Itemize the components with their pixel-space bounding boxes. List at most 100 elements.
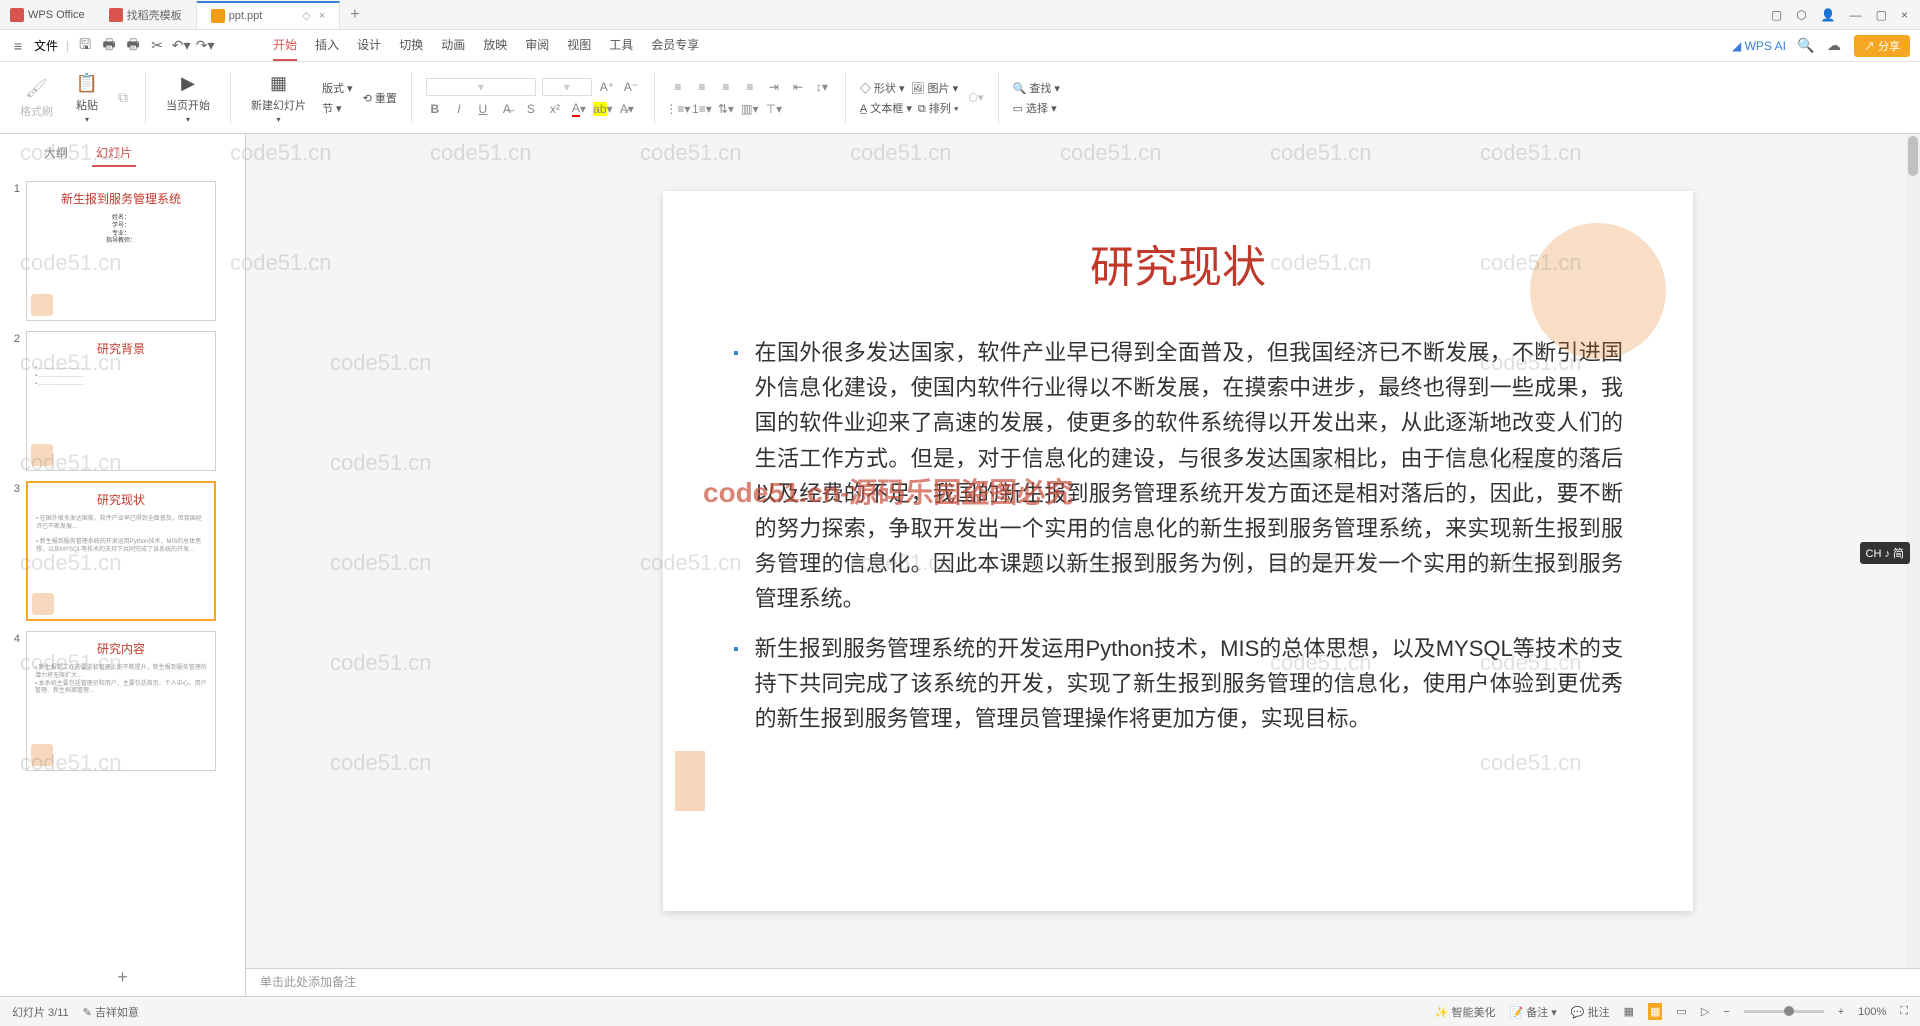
search-icon[interactable]: 🔍 <box>1798 38 1814 54</box>
print-icon[interactable]: 🖶 <box>101 38 117 54</box>
share-button[interactable]: ↗ 分享 <box>1854 35 1910 57</box>
redo-icon[interactable]: ↷▾ <box>197 38 213 54</box>
tab-ppt-file[interactable]: ppt.ppt ◇ × <box>197 1 341 29</box>
format-brush-button[interactable]: 🖌 格式刷 <box>14 73 59 123</box>
find-button[interactable]: 🔍 查找 ▾ <box>1013 80 1060 96</box>
shadow-icon[interactable]: S <box>522 100 540 118</box>
tab-slideshow[interactable]: 放映 <box>483 30 507 61</box>
add-slide-button[interactable]: + <box>0 959 245 996</box>
shape-button[interactable]: ◇ 形状 ▾ <box>860 80 905 96</box>
line-spacing-icon[interactable]: ↕▾ <box>813 78 831 96</box>
slides-tab[interactable]: 幻灯片 <box>92 140 136 167</box>
align-top-icon[interactable]: ⊤▾ <box>765 100 783 118</box>
align-right-icon[interactable]: ≡ <box>717 78 735 96</box>
superscript-icon[interactable]: x² <box>546 100 564 118</box>
paste-button[interactable]: 📋 粘贴▾ <box>69 67 105 128</box>
tab-transition[interactable]: 切换 <box>399 30 423 61</box>
comments-button[interactable]: 💬 批注 <box>1571 1004 1610 1020</box>
align-center-icon[interactable]: ≡ <box>693 78 711 96</box>
reading-view-icon[interactable]: ▭ <box>1676 1005 1686 1018</box>
avatar-icon[interactable]: 👤 <box>1821 8 1836 22</box>
maximize-icon[interactable]: ▢ <box>1876 8 1887 22</box>
cloud-icon[interactable]: ☁ <box>1826 38 1842 54</box>
align-left-icon[interactable]: ≡ <box>669 78 687 96</box>
number-list-icon[interactable]: 1≡▾ <box>693 100 711 118</box>
textbox-button[interactable]: A̲ 文本框 ▾ <box>860 100 912 116</box>
thumb-row[interactable]: 4 研究内容 ▪ 新生报到工作的要求和管理上的不断提升，新生报到服务管理的潜力将… <box>6 631 239 771</box>
file-menu[interactable]: 文件 <box>34 37 58 54</box>
thumb-row[interactable]: 2 研究背景 ▪ ...........................▪ ..… <box>6 331 239 471</box>
text-direction-icon[interactable]: ⇅▾ <box>717 100 735 118</box>
tab-member[interactable]: 会员专享 <box>651 30 699 61</box>
normal-view-icon[interactable]: ▦ <box>1624 1005 1634 1018</box>
tab-tools[interactable]: 工具 <box>609 30 633 61</box>
zoom-slider[interactable] <box>1744 1010 1824 1013</box>
section-button[interactable]: 节 ▾ <box>322 100 353 116</box>
cut-icon[interactable]: ✂ <box>149 38 165 54</box>
tab-design[interactable]: 设计 <box>357 30 381 61</box>
font-color-icon[interactable]: A▾ <box>570 100 588 118</box>
increase-font-icon[interactable]: A⁺ <box>598 78 616 96</box>
columns-icon[interactable]: ▥▾ <box>741 100 759 118</box>
thumbnails-list[interactable]: 1 新生报到服务管理系统 姓名： 学号： 专业： 指导教师： 2 研究背景 ▪ … <box>0 173 245 959</box>
reset-button[interactable]: ⟲ 重置 <box>363 90 397 106</box>
minimize-icon[interactable]: — <box>1850 8 1862 22</box>
slide-canvas[interactable]: 研究现状 ▪ 在国外很多发达国家，软件产业早已得到全面普及，但我国经济已不断发展… <box>246 134 1920 968</box>
slide-thumbnail-2[interactable]: 研究背景 ▪ ...........................▪ ....… <box>26 331 216 471</box>
print-preview-icon[interactable]: 🖶 <box>125 38 141 54</box>
scrollbar-thumb[interactable] <box>1908 136 1918 176</box>
picture-button[interactable]: 🖼 图片 ▾ <box>911 80 959 96</box>
increase-indent-icon[interactable]: ⇥ <box>765 78 783 96</box>
style-icon[interactable]: ⬡▾ <box>968 91 983 104</box>
sorter-view-icon[interactable]: ▦ <box>1648 1003 1662 1020</box>
add-tab-button[interactable]: + <box>340 6 369 24</box>
slideshow-view-icon[interactable]: ▷ <box>1701 1005 1709 1018</box>
save-icon[interactable]: 🖫 <box>77 38 93 54</box>
slide-bullet-1[interactable]: ▪ 在国外很多发达国家，软件产业早已得到全面普及，但我国经济已不断发展，不断引进… <box>733 335 1623 617</box>
font-size-select[interactable]: ▾ <box>542 78 592 96</box>
decrease-font-icon[interactable]: A⁻ <box>622 78 640 96</box>
cube-icon[interactable]: ⬡ <box>1796 8 1806 22</box>
slide-bullet-2[interactable]: ▪ 新生报到服务管理系统的开发运用Python技术，MIS的总体思想，以及MYS… <box>733 631 1623 737</box>
tab-review[interactable]: 审阅 <box>525 30 549 61</box>
clear-format-icon[interactable]: A̷▾ <box>618 100 636 118</box>
close-window-icon[interactable]: × <box>1901 8 1908 22</box>
copy-icon[interactable]: ⧉ <box>115 90 131 106</box>
tab-menu-icon[interactable]: ◇ <box>302 9 310 22</box>
font-select[interactable]: ▾ <box>426 78 536 96</box>
zoom-in-icon[interactable]: + <box>1838 1006 1844 1018</box>
italic-icon[interactable]: I <box>450 100 468 118</box>
menu-hamburger-icon[interactable]: ≡ <box>10 38 26 54</box>
wps-ai-button[interactable]: ◢ WPS AI <box>1732 39 1786 53</box>
current-slide[interactable]: 研究现状 ▪ 在国外很多发达国家，软件产业早已得到全面普及，但我国经济已不断发展… <box>663 191 1693 911</box>
outline-tab[interactable]: 大纲 <box>40 140 72 167</box>
zoom-label[interactable]: 100% <box>1858 1006 1886 1018</box>
slide-title[interactable]: 研究现状 <box>733 231 1623 295</box>
strikethrough-icon[interactable]: A̶ <box>498 100 516 118</box>
zoom-out-icon[interactable]: − <box>1723 1006 1729 1018</box>
undo-icon[interactable]: ↶▾ <box>173 38 189 54</box>
tab-templates[interactable]: 找稻壳模板 <box>95 1 197 29</box>
fit-icon[interactable]: ⛶ <box>1900 1005 1908 1018</box>
thumb-row[interactable]: 3 研究现状 ▪ 在国外很多发达国家，软件产业早已得到全面普及，但我国经济已不断… <box>6 481 239 621</box>
layout-button[interactable]: 版式 ▾ <box>322 80 353 96</box>
tab-animation[interactable]: 动画 <box>441 30 465 61</box>
ime-indicator[interactable]: CH ♪ 简 <box>1860 542 1911 564</box>
window-menu-icon[interactable]: ▢ <box>1771 8 1782 22</box>
decrease-indent-icon[interactable]: ⇤ <box>789 78 807 96</box>
notes-toggle[interactable]: 📝 备注 ▾ <box>1509 1004 1556 1020</box>
align-justify-icon[interactable]: ≡ <box>741 78 759 96</box>
bold-icon[interactable]: B <box>426 100 444 118</box>
select-button[interactable]: ▭ 选择 ▾ <box>1013 100 1060 116</box>
slide-thumbnail-3[interactable]: 研究现状 ▪ 在国外很多发达国家，软件产业早已得到全面普及，但我国经济已不断发展… <box>26 481 216 621</box>
close-icon[interactable]: × <box>319 10 325 22</box>
new-slide-button[interactable]: ▦ 新建幻灯片▾ <box>245 67 312 128</box>
start-current-button[interactable]: ▶ 当页开始▾ <box>160 67 216 128</box>
slide-thumbnail-4[interactable]: 研究内容 ▪ 新生报到工作的要求和管理上的不断提升，新生报到服务管理的潜力将无限… <box>26 631 216 771</box>
notes-area[interactable]: 单击此处添加备注 <box>246 968 1920 996</box>
tab-start[interactable]: 开始 <box>273 30 297 61</box>
thumb-row[interactable]: 1 新生报到服务管理系统 姓名： 学号： 专业： 指导教师： <box>6 181 239 321</box>
tab-insert[interactable]: 插入 <box>315 30 339 61</box>
smart-beautify-button[interactable]: ✨ 智能美化 <box>1435 1004 1496 1020</box>
underline-icon[interactable]: U <box>474 100 492 118</box>
